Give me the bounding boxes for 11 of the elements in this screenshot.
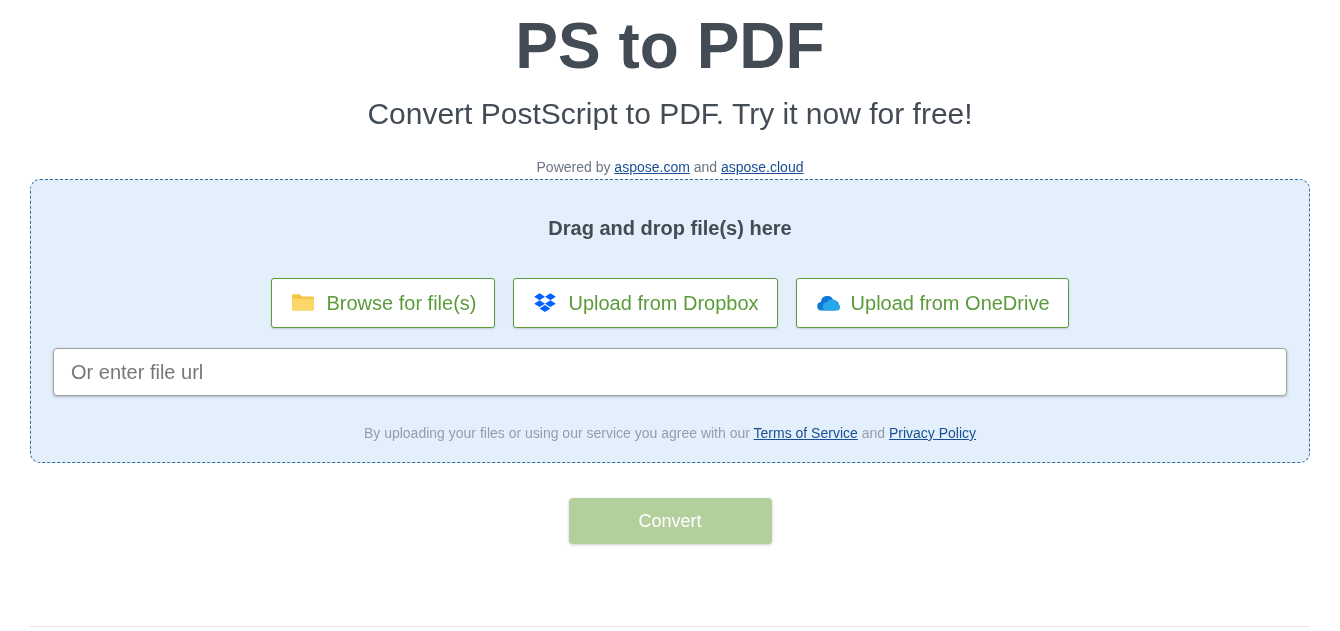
terms-text: By uploading your files or using our service you agree with our Terms of Service and Privacy Policy (363, 424, 977, 442)
link[interactable]: aspose.cloud (720, 159, 804, 175)
link[interactable]: aspose.com (614, 159, 690, 175)
page-title: PS to PDF (515, 10, 825, 82)
drop-zone[interactable] (30, 179, 1310, 463)
subtitle: Convert PostScript to PDF. Try it now for free! (367, 96, 973, 132)
powered-by-text: Powered by aspose.com and aspose.cloud (536, 158, 804, 176)
url-field[interactable]: Or enter file url (53, 348, 1287, 396)
drop-heading: Drag and drop file(s) here (548, 216, 792, 240)
link[interactable]: Privacy Policy (888, 425, 977, 441)
link[interactable]: Terms of Service (753, 425, 858, 441)
